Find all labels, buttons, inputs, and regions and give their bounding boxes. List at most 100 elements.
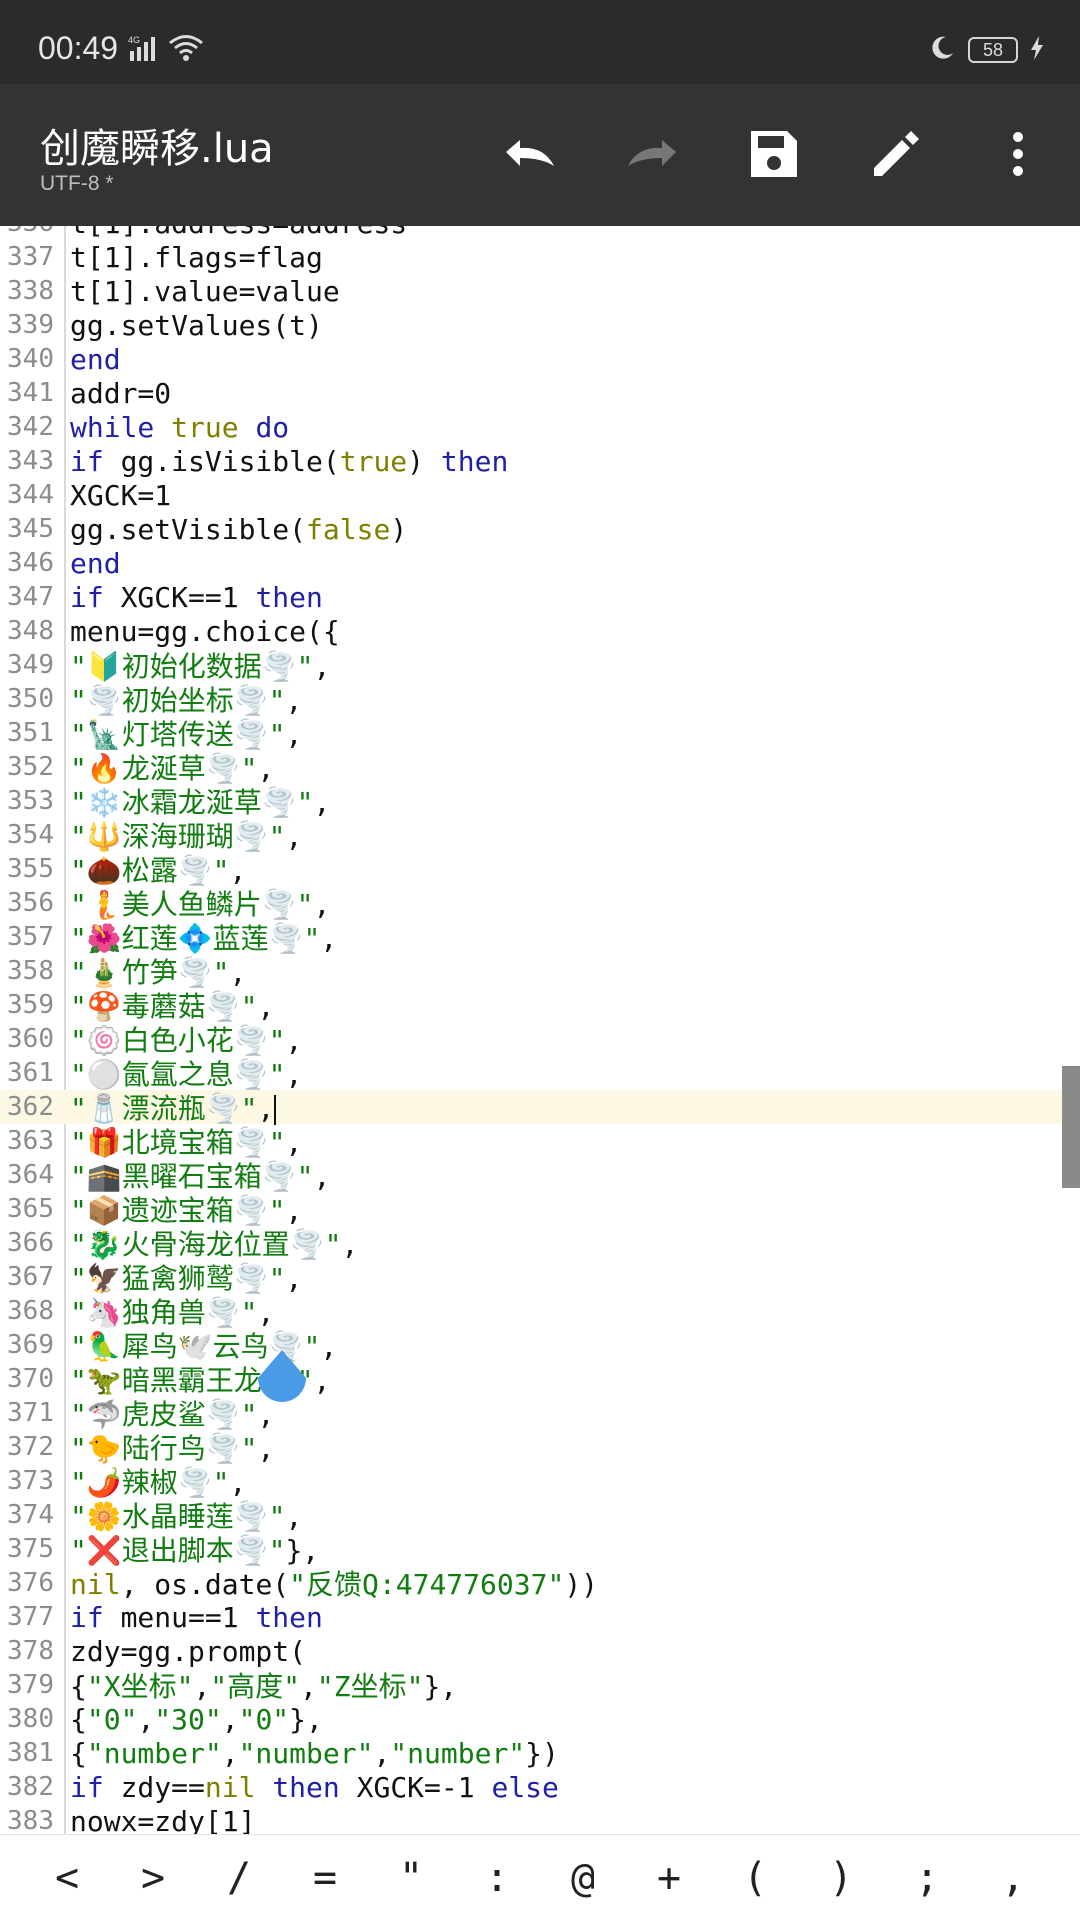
code-token: "number" — [86, 1736, 222, 1770]
line-number: 360 — [7, 1024, 54, 1054]
symbol-key[interactable]: ( — [725, 1855, 785, 1901]
line-number: 358 — [7, 956, 54, 986]
line-number: 348 — [7, 616, 54, 646]
code-line[interactable]: 377 if menu==1 then — [0, 1600, 1080, 1634]
code-line[interactable]: 355 "🌰松露🌪️", — [0, 852, 1080, 887]
code-line[interactable]: 357 "🌺红莲💠蓝莲🌪️", — [0, 920, 1080, 955]
code-line[interactable]: 339 gg.setValues(t) — [0, 308, 1080, 342]
code-token: "number" — [390, 1736, 526, 1770]
code-line[interactable]: 371 "🦈虎皮鲨🌪️", — [0, 1396, 1080, 1431]
line-number: 371 — [7, 1398, 54, 1428]
save-button[interactable] — [738, 120, 810, 192]
code-token: if — [70, 1600, 104, 1634]
symbol-key[interactable]: ) — [811, 1855, 871, 1901]
symbol-key[interactable]: > — [123, 1855, 183, 1901]
code-line[interactable]: 351 "🗽灯塔传送🌪️", — [0, 716, 1080, 751]
code-line[interactable]: 375 "❌退出脚本🌪️"}, — [0, 1532, 1080, 1567]
cursor-handle-icon[interactable] — [256, 1350, 308, 1410]
code-editor[interactable]: 336 t[1].address=address 337 t[1].flags=fla… — [0, 226, 1080, 1834]
symbol-key[interactable]: < — [37, 1855, 97, 1901]
code-line[interactable]: 356 "🧜美人鱼鳞片🌪️", — [0, 886, 1080, 921]
code-text: XGCK=1 — [58, 479, 171, 512]
edit-button[interactable] — [860, 120, 932, 192]
code-line[interactable]: 353 "❄️冰霜龙涎草🌪️", — [0, 784, 1080, 819]
code-line[interactable]: 343 if gg.isVisible(true) then — [0, 444, 1080, 478]
code-token: nil — [204, 1770, 256, 1804]
line-number: 373 — [7, 1466, 54, 1496]
code-line[interactable]: 368 "🦄独角兽🌪️", — [0, 1294, 1080, 1329]
symbol-key[interactable]: " — [381, 1855, 441, 1901]
code-line[interactable]: 345 gg.setVisible(false) — [0, 512, 1080, 546]
code-line[interactable]: 344 XGCK=1 — [0, 478, 1080, 512]
code-line[interactable]: 374 "🌼水晶睡莲🌪️", — [0, 1498, 1080, 1533]
code-line[interactable]: 338 t[1].value=value — [0, 274, 1080, 308]
code-line[interactable]: 336 t[1].address=address — [0, 226, 1080, 240]
code-line[interactable]: 381 {"number","number","number"}) — [0, 1736, 1080, 1770]
code-token: , — [193, 1670, 211, 1703]
code-line[interactable]: 383 nowx=zdy[1] — [0, 1804, 1080, 1835]
code-line[interactable]: 369 "🦜犀鸟🕊️云鸟🌪️", — [0, 1328, 1080, 1363]
code-line[interactable]: 365 "📦遗迹宝箱🌪️", — [0, 1192, 1080, 1227]
symbol-key[interactable]: @ — [553, 1855, 613, 1901]
code-token: , — [285, 1262, 303, 1295]
code-line[interactable]: 347 if XGCK==1 then — [0, 580, 1080, 614]
code-line[interactable]: 372 "🐤陆行鸟🌪️", — [0, 1430, 1080, 1465]
code-text: if zdy==nil then XGCK=-1 else — [58, 1771, 559, 1804]
code-token: menu=gg.choice({ — [70, 614, 340, 648]
code-text: t[1].flags=flag — [58, 241, 323, 274]
line-number: 365 — [7, 1194, 54, 1224]
code-token: "30" — [154, 1702, 222, 1736]
code-line[interactable]: 361 "⚪氤氲之息🌪️", — [0, 1056, 1080, 1091]
code-line[interactable]: 348 menu=gg.choice({ — [0, 614, 1080, 648]
code-line[interactable]: 340 end — [0, 342, 1080, 376]
code-line[interactable]: 362 "🧂漂流瓶🌪️", — [0, 1090, 1080, 1125]
vertical-scrollbar[interactable] — [1062, 1066, 1080, 1188]
symbol-key[interactable]: , — [983, 1855, 1043, 1901]
line-number: 378 — [7, 1636, 54, 1666]
code-line[interactable]: 349 "🔰初始化数据🌪️", — [0, 648, 1080, 683]
code-token: , — [313, 1160, 331, 1193]
code-line[interactable]: 382 if zdy==nil then XGCK=-1 else — [0, 1770, 1080, 1804]
line-number: 345 — [7, 514, 54, 544]
code-line[interactable]: 380 {"0","30","0"}, — [0, 1702, 1080, 1736]
network-type: 4G — [128, 35, 140, 45]
line-number: 375 — [7, 1534, 54, 1564]
code-line[interactable]: 366 "🐉火骨海龙位置🌪️", — [0, 1226, 1080, 1261]
symbol-key[interactable]: / — [209, 1855, 269, 1901]
code-line[interactable]: 379 {"X坐标","高度","Z坐标"}, — [0, 1668, 1080, 1703]
code-line[interactable]: 373 "🌶️辣椒🌪️", — [0, 1464, 1080, 1499]
code-line[interactable]: 376 nil, os.date("反馈Q:474776037")) — [0, 1566, 1080, 1601]
code-line[interactable]: 360 "🍥白色小花🌪️", — [0, 1022, 1080, 1057]
code-line[interactable]: 367 "🦅猛禽狮鹫🌪️", — [0, 1260, 1080, 1295]
line-number: 353 — [7, 786, 54, 816]
code-line[interactable]: 359 "🍄毒蘑菇🌪️", — [0, 988, 1080, 1023]
code-line[interactable]: 364 "🕋黑曜石宝箱🌪️", — [0, 1158, 1080, 1193]
symbol-key[interactable]: = — [295, 1855, 355, 1901]
code-line[interactable]: 337 t[1].flags=flag — [0, 240, 1080, 274]
undo-button[interactable] — [494, 120, 566, 192]
code-line[interactable]: 378 zdy=gg.prompt( — [0, 1634, 1080, 1668]
code-line[interactable]: 346 end — [0, 546, 1080, 580]
redo-button[interactable] — [616, 120, 688, 192]
code-line[interactable]: 342 while true do — [0, 410, 1080, 444]
code-token: { — [70, 1736, 87, 1770]
line-number: 356 — [7, 888, 54, 918]
line-number: 363 — [7, 1126, 54, 1156]
symbol-key[interactable]: : — [467, 1855, 527, 1901]
code-line[interactable]: 370 "🦖暗黑霸王龙🌪️", — [0, 1362, 1080, 1397]
code-token: nil — [70, 1568, 121, 1601]
code-token: true — [339, 444, 408, 478]
code-line[interactable]: 358 "🎍竹笋🌪️", — [0, 954, 1080, 989]
symbol-key[interactable]: ; — [897, 1855, 957, 1901]
code-lines: 336 t[1].address=address 337 t[1].flags=fla… — [0, 226, 1080, 1834]
line-number: 366 — [7, 1228, 54, 1258]
code-line[interactable]: 352 "🔥龙涎草🌪️", — [0, 750, 1080, 785]
code-line[interactable]: 341 addr=0 — [0, 376, 1080, 410]
code-line[interactable]: 363 "🎁北境宝箱🌪️", — [0, 1124, 1080, 1159]
code-token: , — [285, 1058, 303, 1091]
line-number: 369 — [7, 1330, 54, 1360]
symbol-key[interactable]: + — [639, 1855, 699, 1901]
more-button[interactable] — [982, 120, 1054, 192]
code-line[interactable]: 354 "🔱深海珊瑚🌪️", — [0, 818, 1080, 853]
code-line[interactable]: 350 "🌪️初始坐标🌪️", — [0, 682, 1080, 717]
